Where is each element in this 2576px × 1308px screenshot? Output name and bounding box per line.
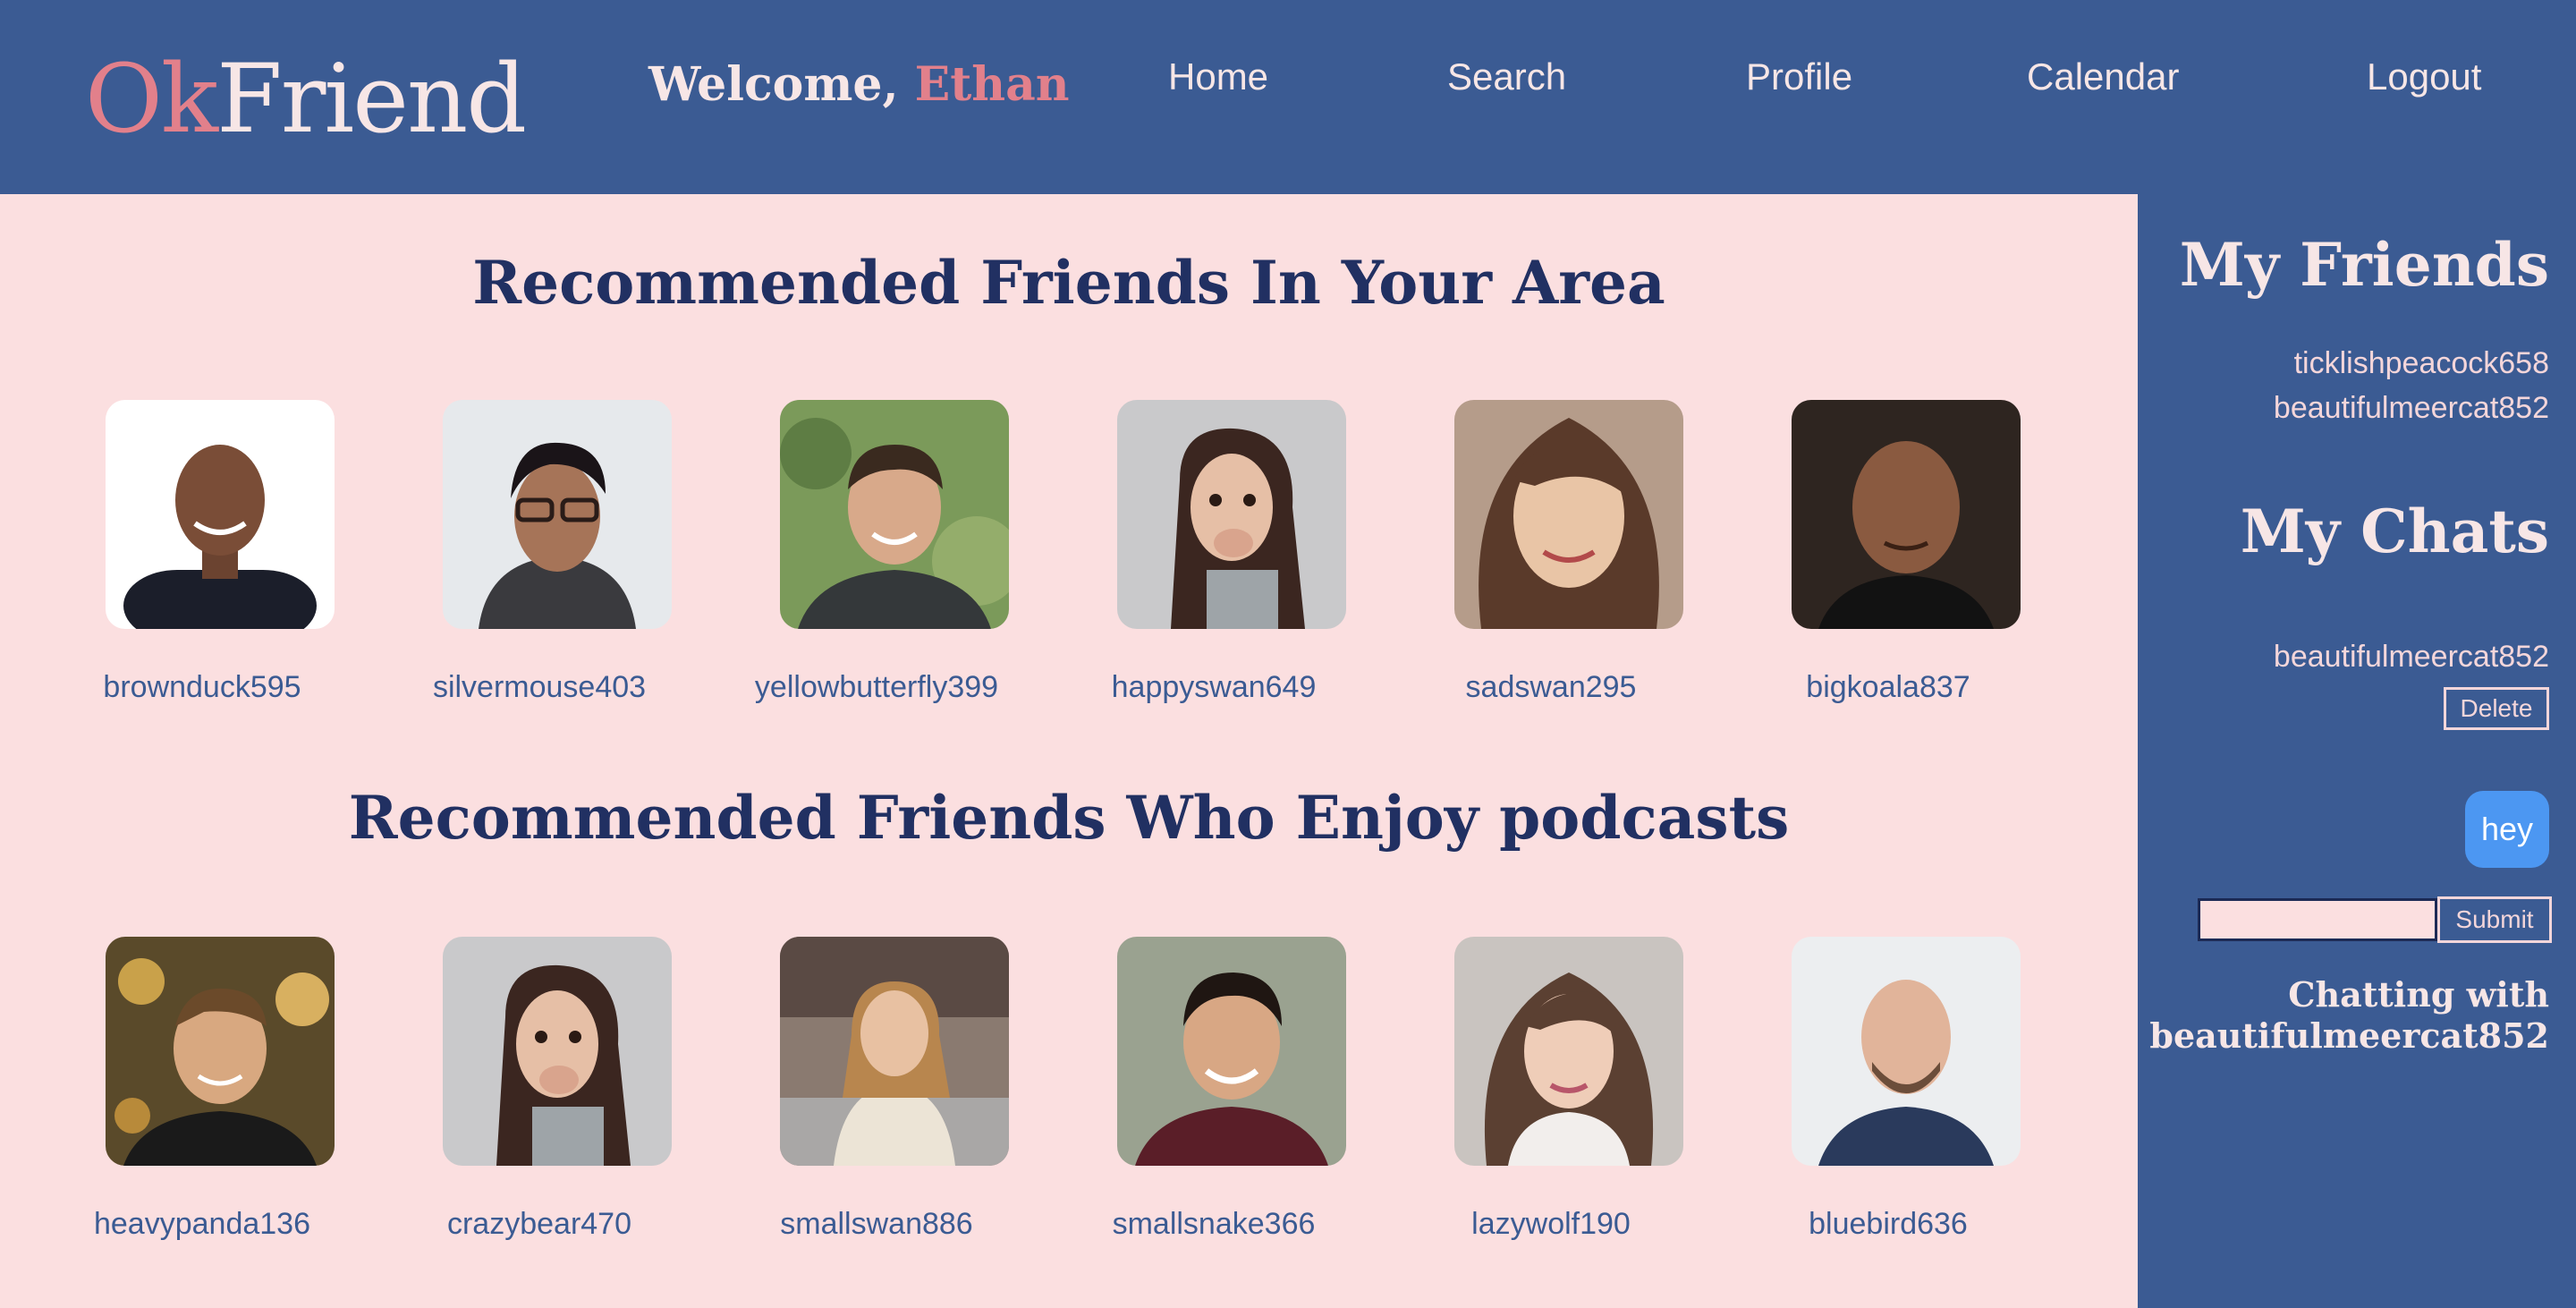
- friend-avatar[interactable]: [443, 937, 672, 1166]
- friend-username[interactable]: smallswan886: [699, 1207, 1054, 1242]
- friend-avatar[interactable]: [106, 937, 335, 1166]
- main-content: Recommended Friends In Your Area browndu…: [0, 194, 2138, 1308]
- friend-username[interactable]: yellowbutterfly399: [699, 670, 1054, 705]
- area-recommendations-title: Recommended Friends In Your Area: [472, 248, 1665, 318]
- podcast-recommendations-title: Recommended Friends Who Enjoy podcasts: [348, 783, 1790, 853]
- friends-chat-sidebar: My Friends ticklishpeacock658 beautifulm…: [2138, 194, 2576, 1308]
- chatting-with-user: beautifulmeercat852: [2149, 1015, 2549, 1056]
- welcome-prefix: Welcome,: [648, 57, 915, 112]
- chatting-with-prefix: Chatting with: [2288, 974, 2549, 1015]
- nav-logout-link[interactable]: Logout: [2367, 55, 2481, 98]
- logo-friend-text: Friend: [216, 44, 527, 154]
- logo-ok-text: Ok: [85, 44, 218, 154]
- friend-username[interactable]: lazywolf190: [1374, 1207, 1728, 1242]
- nav-home-link[interactable]: Home: [1168, 55, 1268, 98]
- app-logo[interactable]: OkFriend: [85, 52, 527, 147]
- friend-username[interactable]: smallsnake366: [1037, 1207, 1391, 1242]
- friend-avatar[interactable]: [780, 400, 1009, 629]
- friend-list-item[interactable]: beautifulmeercat852: [2274, 391, 2549, 426]
- friend-username[interactable]: brownduck595: [25, 670, 379, 705]
- friend-avatar[interactable]: [780, 937, 1009, 1166]
- friend-list-item[interactable]: ticklishpeacock658: [2294, 346, 2549, 381]
- chat-list-item[interactable]: beautifulmeercat852: [2274, 640, 2549, 675]
- friend-username[interactable]: heavypanda136: [25, 1207, 379, 1242]
- friend-username[interactable]: sadswan295: [1374, 670, 1728, 705]
- friend-username[interactable]: bigkoala837: [1711, 670, 2065, 705]
- friend-avatar[interactable]: [106, 400, 335, 629]
- welcome-username: Ethan: [914, 57, 1070, 112]
- friend-avatar[interactable]: [1454, 937, 1683, 1166]
- friend-avatar[interactable]: [443, 400, 672, 629]
- my-friends-heading: My Friends: [2179, 230, 2549, 300]
- friend-username[interactable]: crazybear470: [362, 1207, 716, 1242]
- chatting-with-label: Chatting with beautifulmeercat852: [2149, 974, 2549, 1057]
- nav-search-link[interactable]: Search: [1447, 55, 1566, 98]
- chat-message-bubble: hey: [2465, 791, 2549, 868]
- delete-chat-button[interactable]: Delete: [2444, 687, 2549, 730]
- chat-message-input[interactable]: [2198, 898, 2437, 941]
- friend-avatar[interactable]: [1454, 400, 1683, 629]
- friend-avatar[interactable]: [1792, 937, 2021, 1166]
- nav-calendar-link[interactable]: Calendar: [2027, 55, 2179, 98]
- friend-username[interactable]: bluebird636: [1711, 1207, 2065, 1242]
- welcome-message: Welcome, Ethan: [648, 57, 1070, 112]
- friend-username[interactable]: silvermouse403: [362, 670, 716, 705]
- submit-message-button[interactable]: Submit: [2437, 896, 2552, 943]
- friend-avatar[interactable]: [1117, 400, 1346, 629]
- friend-avatar[interactable]: [1792, 400, 2021, 629]
- top-navbar: OkFriend Welcome, Ethan Home Search Prof…: [0, 0, 2576, 194]
- nav-profile-link[interactable]: Profile: [1746, 55, 1852, 98]
- my-chats-heading: My Chats: [2240, 497, 2549, 566]
- friend-username[interactable]: happyswan649: [1037, 670, 1391, 705]
- friend-avatar[interactable]: [1117, 937, 1346, 1166]
